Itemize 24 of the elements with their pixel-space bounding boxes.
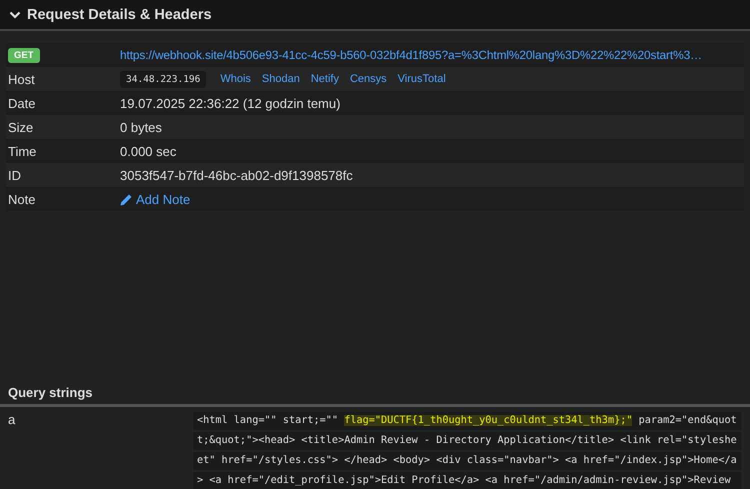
- detail-label: Date: [7, 96, 36, 110]
- section-title: Query strings: [0, 385, 750, 407]
- add-note-link[interactable]: Add Note: [120, 192, 190, 206]
- lookup-link[interactable]: Censys: [350, 73, 387, 85]
- pencil-icon: [120, 192, 133, 206]
- query-key: a: [8, 412, 193, 489]
- ip-address: 34.48.223.196: [120, 70, 206, 88]
- detail-value: 3053f547-b7fd-46bc-ab02-d9f1398578fc: [120, 168, 353, 182]
- panel-title: Request Details & Headers: [27, 6, 212, 22]
- lookup-link[interactable]: Shodan: [262, 73, 300, 85]
- method-badge: GET: [8, 48, 40, 62]
- detail-label: ID: [7, 168, 22, 182]
- detail-value: 19.07.2025 22:36:22 (12 godzin temu): [120, 96, 340, 110]
- detail-value: 0 bytes: [120, 120, 162, 134]
- detail-label: Note: [7, 192, 36, 206]
- detail-label: Time: [7, 144, 38, 158]
- lookup-link[interactable]: Whois: [220, 73, 251, 85]
- detail-label: Size: [7, 120, 34, 134]
- panel-header[interactable]: Request Details & Headers: [0, 0, 750, 31]
- detail-label: Host: [7, 72, 36, 86]
- detail-value: 0.000 sec: [120, 144, 176, 158]
- lookup-link[interactable]: Netify: [310, 73, 339, 85]
- lookup-link[interactable]: VirusTotal: [398, 73, 446, 85]
- request-url-link[interactable]: https://webhook.site/4b506e93-41cc-4c59-b560-032bf4d1f895?a=%3Chtml%20lang%3D%22%22%20start%3…: [120, 48, 702, 62]
